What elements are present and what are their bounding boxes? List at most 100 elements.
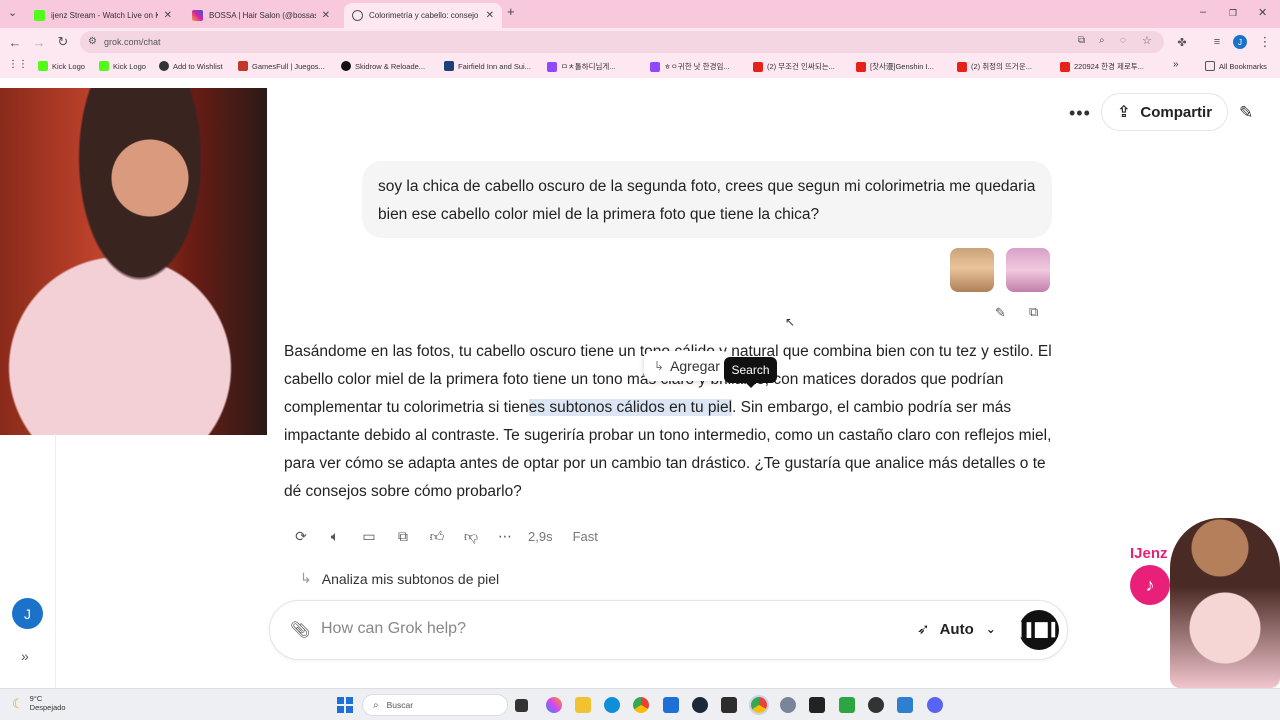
settings-gear-icon[interactable] xyxy=(780,697,796,713)
minimize-icon[interactable]: – xyxy=(1200,6,1206,18)
zoom-icon[interactable]: ⌕ xyxy=(1099,35,1105,46)
weather-widget[interactable]: ☾ 9°C Despejado xyxy=(12,694,66,712)
thumbs-up-icon[interactable]: 👍︎ xyxy=(420,528,454,545)
browser-toolbar: ← → ↻ ⚙ grok.com/chat ⧉ ⌕ ◌ ☆ ✤ ≡ J ⋮ xyxy=(0,28,1280,56)
new-chat-edit-icon[interactable]: ✎ xyxy=(1239,103,1253,123)
response-actions: ⟳ 🔈︎ ▭ ⧉ 👍︎ 👎︎ ⋯ 2,9s Fast xyxy=(284,526,612,546)
add-label: Agregar xyxy=(670,358,720,374)
copy-response-icon[interactable]: ⧉ xyxy=(386,528,420,545)
task-view-icon[interactable] xyxy=(515,699,528,712)
bookmark-item[interactable]: ㅎㅇ귀한 낫 한경임... xyxy=(650,61,730,72)
bookmark-star-icon[interactable]: ☆ xyxy=(1142,34,1152,47)
back-icon[interactable]: ← xyxy=(7,34,23,50)
tab-title: BOSSA | Hair Salon (@bossasal xyxy=(209,11,316,20)
more-options-icon[interactable]: ••• xyxy=(1069,103,1091,124)
attached-photo-1[interactable] xyxy=(950,248,994,292)
discord-icon[interactable] xyxy=(927,697,943,713)
bookmark-item[interactable]: Fairfield Inn and Sui... xyxy=(444,61,531,71)
reload-icon[interactable]: ↻ xyxy=(55,34,71,50)
copy-icon[interactable]: ⧉ xyxy=(1029,304,1038,320)
bookmark-item[interactable]: Skidrow & Reloade... xyxy=(341,61,425,71)
search-icon: ⌕ xyxy=(373,699,379,711)
media-control-icon[interactable]: ≡ xyxy=(1209,34,1225,50)
bookmark-item[interactable]: ㅁㅊ톨하디님게... xyxy=(547,61,616,72)
profile-avatar-icon[interactable]: J xyxy=(1233,35,1247,49)
epic-games-icon[interactable] xyxy=(809,697,825,713)
bookmark-label: [찻사漫]Genshin I... xyxy=(870,62,934,71)
site-info-icon[interactable]: ⚙ xyxy=(88,36,97,47)
menu-kebab-icon[interactable]: ⋮ xyxy=(1257,34,1273,50)
steam-icon[interactable] xyxy=(692,697,708,713)
close-tab-icon[interactable]: ✕ xyxy=(164,10,172,21)
apps-grid-icon[interactable]: ⋮⋮ xyxy=(8,59,28,70)
photos-icon[interactable] xyxy=(897,697,913,713)
share-upload-icon: ⇪ xyxy=(1116,104,1131,121)
moon-icon: ☾ xyxy=(12,695,24,711)
bookmark-item[interactable]: Kick Logo xyxy=(99,61,146,71)
suggested-followup[interactable]: ↳ Analiza mis subtonos de piel xyxy=(300,570,499,587)
bookmark-label: Kick Logo xyxy=(52,61,85,71)
bookmark-label: Kick Logo xyxy=(113,61,146,71)
chrome-active-icon[interactable] xyxy=(751,697,767,713)
close-tab-icon[interactable]: ✕ xyxy=(322,10,330,21)
regenerate-icon[interactable]: ⟳ xyxy=(284,528,318,545)
comment-icon[interactable]: ▭ xyxy=(352,528,386,545)
bookmark-label: (2) 무조건 인싸되는... xyxy=(767,62,835,71)
restore-icon[interactable]: ❐ xyxy=(1229,8,1237,19)
search-tooltip[interactable]: Search xyxy=(724,357,777,388)
store-icon[interactable] xyxy=(663,697,679,713)
extensions-icon[interactable]: ✤ xyxy=(1174,34,1190,50)
suggestion-label: Analiza mis subtonos de piel xyxy=(321,570,500,587)
bookmark-label: GamesFull | Juegos... xyxy=(252,61,325,71)
bookmark-item[interactable]: (2) 무조건 인싸되는... xyxy=(753,61,835,72)
add-to-chat-button[interactable]: ↳ Agregar xyxy=(644,351,730,381)
expand-sidebar-icon[interactable]: » xyxy=(21,648,29,664)
more-bookmarks-chevron-icon[interactable]: » xyxy=(1173,59,1179,70)
bookmarks-bar: ⋮⋮ Kick Logo Kick Logo Add to Wishlist G… xyxy=(0,56,1280,78)
eye-off-icon[interactable]: ◌ xyxy=(1120,35,1126,46)
tab-grok-chat[interactable]: Colorimetría y cabello: consejo ✕ xyxy=(344,3,502,28)
copilot-icon[interactable] xyxy=(546,697,562,713)
bookmark-item[interactable]: [찻사漫]Genshin I... xyxy=(856,61,934,72)
all-bookmarks[interactable]: All Bookmarks xyxy=(1205,61,1267,71)
more-actions-icon[interactable]: ⋯ xyxy=(488,528,522,545)
model-selector[interactable]: ➶ Auto ⌄ xyxy=(917,620,996,639)
read-aloud-icon[interactable]: 🔈︎ xyxy=(318,528,352,545)
install-app-icon[interactable]: ⧉ xyxy=(1078,35,1085,46)
share-button[interactable]: ⇪ Compartir xyxy=(1101,93,1228,131)
user-avatar[interactable]: J xyxy=(12,598,43,629)
attached-photo-2[interactable] xyxy=(1006,248,1050,292)
obs-icon[interactable] xyxy=(868,697,884,713)
share-label: Compartir xyxy=(1140,103,1213,121)
edit-pencil-icon[interactable]: ✎ xyxy=(995,305,1006,321)
chrome-icon[interactable] xyxy=(633,697,649,713)
attach-paperclip-icon[interactable]: 📎︎ xyxy=(290,620,310,640)
close-tab-icon[interactable]: ✕ xyxy=(486,10,494,21)
tab-kick-stream[interactable]: ijenz Stream - Watch Live on Ki ✕ xyxy=(26,3,180,28)
bookmark-label: ㅎㅇ귀한 낫 한경임... xyxy=(664,62,730,71)
skidrow-icon xyxy=(341,61,351,71)
taskbar-search[interactable]: ⌕ Buscar xyxy=(362,694,508,716)
youtube-icon xyxy=(1060,61,1070,72)
tab-instagram-bossa[interactable]: BOSSA | Hair Salon (@bossasal ✕ xyxy=(184,3,338,28)
window-close-icon[interactable]: ✕ xyxy=(1258,6,1267,19)
bookmark-item[interactable]: 220924 한경 제로투... xyxy=(1060,61,1144,72)
bookmark-item[interactable]: (2) 취정의 뜨거운... xyxy=(957,61,1032,72)
tab-search-chevron-icon[interactable]: ⌄ xyxy=(8,6,17,19)
bookmark-item[interactable]: Add to Wishlist xyxy=(159,61,223,71)
forward-icon[interactable]: → xyxy=(31,34,47,50)
bookmark-item[interactable]: Kick Logo xyxy=(38,61,85,71)
file-explorer-icon[interactable] xyxy=(575,697,591,713)
terminal-icon[interactable] xyxy=(721,697,737,713)
voice-mode-button[interactable]: ▍▌█▌▍ xyxy=(1018,610,1061,650)
thumbs-down-icon[interactable]: 👎︎ xyxy=(454,528,488,545)
edge-icon[interactable] xyxy=(604,697,620,713)
bookmark-item[interactable]: GamesFull | Juegos... xyxy=(238,61,325,71)
chat-input[interactable]: How can Grok help? xyxy=(321,620,466,638)
selected-text[interactable]: es subtonos cálidos en tu piel xyxy=(528,399,733,416)
address-bar[interactable]: ⚙ grok.com/chat ⧉ ⌕ ◌ ☆ xyxy=(80,31,1164,53)
sidebar-divider xyxy=(55,434,56,688)
windows-start-icon[interactable] xyxy=(337,697,353,713)
new-tab-button[interactable]: + xyxy=(507,4,515,19)
app-icon[interactable] xyxy=(839,697,855,713)
